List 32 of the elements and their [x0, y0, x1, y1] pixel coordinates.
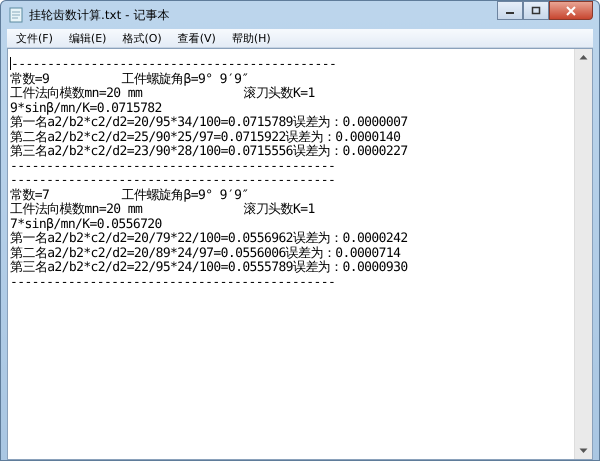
text-line: 第二名a2/b2*c2/d2=25/90*25/97=0.0715922误差为：0.0000140: [10, 130, 400, 144]
text-line: 7*sinβ/mn/K=0.0556720: [10, 218, 162, 232]
text-line: 工件法向模数mn=20 mm 滚刀头数K=1: [10, 203, 315, 218]
close-button[interactable]: [549, 1, 593, 20]
notepad-icon: [9, 7, 23, 23]
text-line: 第三名a2/b2*c2/d2=23/90*28/100=0.0715556误差为：0.0000227: [10, 145, 408, 160]
text-line: 常数=7 工件螺旋角β=9° 9′9″: [10, 188, 249, 202]
scroll-down-icon: [579, 448, 588, 454]
text-line: 工件法向模数mn=20 mm 滚刀头数K=1: [10, 87, 315, 102]
menu-item[interactable]: 帮助(H): [224, 30, 278, 46]
minimize-button[interactable]: [497, 1, 523, 20]
text-line: ---------------------------------------------: [10, 174, 336, 188]
menu-item[interactable]: 文件(F): [9, 30, 60, 46]
scroll-up-icon: [579, 54, 588, 60]
maximize-icon: [531, 6, 541, 15]
maximize-button[interactable]: [523, 1, 549, 20]
text-line: ---------------------------------------------: [10, 160, 336, 174]
text-cursor: [10, 57, 11, 70]
window-title: 挂轮齿数计算.txt - 记事本: [29, 6, 170, 24]
scroll-bar[interactable]: [574, 49, 592, 459]
text-line: 常数=9 工件螺旋角β=9° 9′9″: [10, 72, 249, 86]
text-line: ---------------------------------------------: [10, 57, 336, 72]
text-line: ---------------------------------------------: [10, 276, 336, 290]
text-line: 第一名a2/b2*c2/d2=20/95*34/100=0.0715789误差为：0.0000007: [10, 116, 408, 130]
text-line: 第三名a2/b2*c2/d2=22/95*24/100=0.0555789误差为：0.0000930: [10, 261, 408, 276]
close-icon: [565, 6, 577, 16]
text-line: 9*sinβ/mn/K=0.0715782: [10, 102, 162, 116]
menu-item[interactable]: 格式(O): [115, 30, 169, 46]
text-line: 第二名a2/b2*c2/d2=20/89*24/97=0.0556006误差为：0.0000714: [10, 246, 400, 260]
text-line: 第一名a2/b2*c2/d2=20/79*22/100=0.0556962误差为：0.0000242: [10, 232, 408, 246]
menu-item[interactable]: 查看(V): [170, 30, 223, 46]
menu-item[interactable]: 编辑(E): [62, 30, 114, 46]
